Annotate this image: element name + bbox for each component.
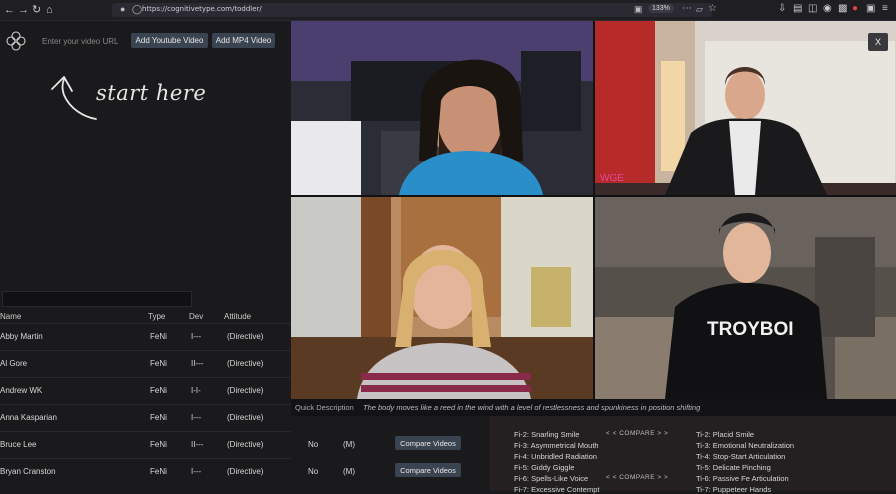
- quick-description-label: Quick Description: [295, 403, 354, 412]
- left-panel: Add Youtube Video Add MP4 Video start he…: [0, 21, 291, 491]
- browser-toolbar: ← → ↻ ⌂ ◯ ● https://cognitivetype.com/to…: [0, 0, 896, 21]
- compare-link[interactable]: < < COMPARE > >: [606, 474, 668, 481]
- column-header-dev[interactable]: Dev: [189, 312, 203, 321]
- column-header-name[interactable]: Name: [0, 312, 21, 321]
- trait-item[interactable]: Ti-6: Passive Fe Articulation: [696, 474, 789, 483]
- library-icon[interactable]: ▤: [793, 3, 802, 14]
- table-row[interactable]: Al Gore FeNi II--- (Directive): [0, 350, 291, 377]
- row-m: (M): [343, 440, 355, 449]
- video-url-input[interactable]: [36, 33, 140, 49]
- back-icon[interactable]: ←: [4, 3, 15, 17]
- row-name: Al Gore: [0, 359, 28, 368]
- reader-icon[interactable]: ▣: [634, 4, 643, 15]
- row-yes-no: No: [308, 467, 319, 476]
- trait-item[interactable]: Fi-3: Asymmetrical Mouth: [514, 441, 599, 450]
- row-name: Andrew WK: [0, 386, 43, 395]
- name-filter-input[interactable]: [2, 291, 192, 307]
- table-row[interactable]: Abby Martin FeNi I--- (Directive): [0, 323, 291, 350]
- trait-item[interactable]: Fi-5: Giddy Giggle: [514, 463, 574, 472]
- reload-icon[interactable]: ↻: [32, 3, 41, 17]
- row-name: Bruce Lee: [0, 440, 37, 449]
- trait-item[interactable]: Ti-4: Stop-Start Articulation: [696, 452, 785, 461]
- row-dev: I---: [191, 467, 202, 476]
- pocket-icon[interactable]: ▱: [696, 4, 703, 15]
- row-attitude: (Directive): [227, 413, 264, 422]
- trait-item[interactable]: Ti-5: Delicate Pinching: [696, 463, 771, 472]
- menu-icon[interactable]: ≡: [882, 3, 888, 14]
- table-row[interactable]: Bryan Cranston FeNi I--- (Directive): [0, 458, 291, 485]
- svg-text:TROYBOI: TROYBOI: [707, 319, 794, 340]
- trait-item[interactable]: Fi-7: Excessive Contempt: [514, 485, 599, 494]
- add-mp4-button[interactable]: Add MP4 Video: [212, 33, 275, 48]
- logo-icon: [6, 31, 26, 51]
- row-dev: I---: [191, 413, 202, 422]
- row-attitude: (Directive): [227, 332, 264, 341]
- row-yes-no: No: [308, 440, 319, 449]
- column-header-attitude[interactable]: Attitude: [224, 312, 251, 321]
- video-tile[interactable]: [291, 197, 593, 399]
- column-header-type[interactable]: Type: [148, 312, 165, 321]
- extension-icon[interactable]: ▩: [838, 3, 847, 14]
- lock-icon[interactable]: ●: [120, 4, 125, 14]
- address-bar[interactable]: ◯ ● https://cognitivetype.com/toddler/ ▣…: [112, 3, 717, 17]
- svg-text:WGE: WGE: [600, 173, 624, 184]
- download-icon[interactable]: ⇩: [778, 3, 786, 14]
- table-continuation: No (M) Compare Videos No (M) Compare Vid…: [291, 420, 496, 491]
- trait-item[interactable]: Fi-4: Unbridled Radiation: [514, 452, 597, 461]
- compare-link[interactable]: < < COMPARE > >: [606, 430, 668, 437]
- video-overlay: WGE TROYBOI: [291, 21, 896, 416]
- trait-item[interactable]: Fi-2: Snarling Smile: [514, 430, 579, 439]
- row-attitude: (Directive): [227, 440, 264, 449]
- row-dev: II---: [191, 359, 204, 368]
- video-tile[interactable]: WGE: [595, 21, 896, 195]
- row-type: FeNi: [150, 359, 167, 368]
- address-url[interactable]: https://cognitivetype.com/toddler/: [142, 5, 262, 13]
- row-attitude: (Directive): [227, 359, 264, 368]
- trait-item[interactable]: Ti-2: Placid Smile: [696, 430, 754, 439]
- sidebar-icon[interactable]: ◫: [808, 3, 817, 14]
- trait-item[interactable]: Fi-6: Spells-Like Voice: [514, 474, 588, 483]
- more-icon[interactable]: ⋯: [682, 3, 692, 14]
- trait-item[interactable]: Ti-7: Puppeteer Hands: [696, 485, 771, 494]
- trait-item[interactable]: Ti-3: Emotional Neutralization: [696, 441, 794, 450]
- row-attitude: (Directive): [227, 467, 264, 476]
- row-type: FeNi: [150, 332, 167, 341]
- table-row[interactable]: Anna Kasparian FeNi I--- (Directive): [0, 404, 291, 431]
- start-here-hint: start here: [96, 81, 207, 105]
- row-type: FeNi: [150, 386, 167, 395]
- account-icon[interactable]: ◉: [823, 3, 832, 14]
- row-type: FeNi: [150, 413, 167, 422]
- compare-videos-button[interactable]: Compare Videos: [395, 436, 461, 450]
- row-name: Abby Martin: [0, 332, 43, 341]
- row-attitude: (Directive): [227, 386, 264, 395]
- add-youtube-button[interactable]: Add Youtube Video: [131, 33, 208, 48]
- row-dev: I---: [191, 332, 202, 341]
- row-type: FeNi: [150, 467, 167, 476]
- video-tile[interactable]: TROYBOI: [595, 197, 896, 399]
- row-name: Anna Kasparian: [0, 413, 57, 422]
- table-row[interactable]: Andrew WK FeNi I-I- (Directive): [0, 377, 291, 404]
- video-tile[interactable]: [291, 21, 593, 195]
- quick-description-bar: Quick Description The body moves like a …: [291, 399, 896, 415]
- compare-videos-button[interactable]: Compare Videos: [395, 463, 461, 477]
- row-name: Bryan Cranston: [0, 467, 56, 476]
- row-m: (M): [343, 467, 355, 476]
- star-icon[interactable]: ☆: [708, 3, 717, 14]
- row-dev: II---: [191, 440, 204, 449]
- close-button[interactable]: X: [868, 33, 888, 51]
- shield-icon[interactable]: ◯: [132, 4, 142, 15]
- row-dev: I-I-: [191, 386, 201, 395]
- addon-icon[interactable]: ●: [852, 3, 858, 14]
- table-row[interactable]: Bruce Lee FeNi II--- (Directive): [0, 431, 291, 458]
- row-type: FeNi: [150, 440, 167, 449]
- traits-panel: Fi-2: Snarling Smile Fi-3: Asymmetrical …: [490, 414, 896, 494]
- home-icon[interactable]: ⌂: [46, 3, 53, 17]
- extension2-icon[interactable]: ▣: [866, 3, 875, 14]
- zoom-level[interactable]: 133%: [648, 4, 674, 13]
- forward-icon[interactable]: →: [18, 3, 29, 17]
- quick-description-text: The body moves like a reed in the wind w…: [363, 403, 701, 412]
